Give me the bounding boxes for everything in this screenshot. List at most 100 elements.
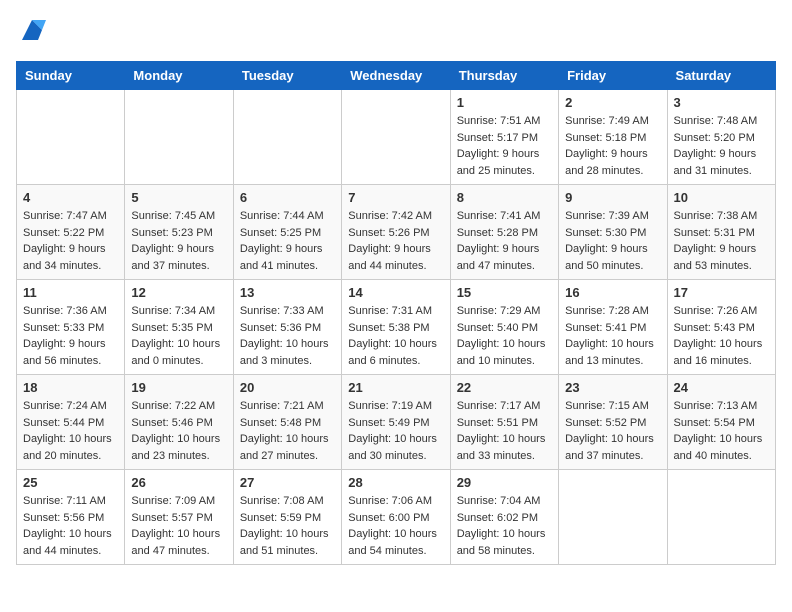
column-header-thursday: Thursday bbox=[450, 62, 558, 90]
sunrise-text: Sunrise: 7:49 AM bbox=[565, 115, 649, 127]
daylight-text: Daylight: 9 hours and 47 minutes. bbox=[457, 243, 540, 272]
sunrise-text: Sunrise: 7:36 AM bbox=[23, 305, 107, 317]
day-number: 2 bbox=[565, 95, 660, 110]
sunset-text: Sunset: 5:30 PM bbox=[565, 227, 646, 239]
sunset-text: Sunset: 5:56 PM bbox=[23, 512, 104, 524]
day-number: 14 bbox=[348, 285, 443, 300]
column-header-friday: Friday bbox=[559, 62, 667, 90]
daylight-text: Daylight: 10 hours and 54 minutes. bbox=[348, 528, 437, 557]
cell-content: Sunrise: 7:29 AM Sunset: 5:40 PM Dayligh… bbox=[457, 303, 552, 369]
calendar-cell: 13 Sunrise: 7:33 AM Sunset: 5:36 PM Dayl… bbox=[233, 280, 341, 375]
day-number: 28 bbox=[348, 475, 443, 490]
calendar-cell: 8 Sunrise: 7:41 AM Sunset: 5:28 PM Dayli… bbox=[450, 185, 558, 280]
calendar-cell: 9 Sunrise: 7:39 AM Sunset: 5:30 PM Dayli… bbox=[559, 185, 667, 280]
sunrise-text: Sunrise: 7:21 AM bbox=[240, 400, 324, 412]
sunrise-text: Sunrise: 7:08 AM bbox=[240, 495, 324, 507]
sunrise-text: Sunrise: 7:41 AM bbox=[457, 210, 541, 222]
cell-content: Sunrise: 7:49 AM Sunset: 5:18 PM Dayligh… bbox=[565, 113, 660, 179]
day-number: 26 bbox=[131, 475, 226, 490]
cell-content: Sunrise: 7:13 AM Sunset: 5:54 PM Dayligh… bbox=[674, 398, 769, 464]
daylight-text: Daylight: 10 hours and 27 minutes. bbox=[240, 433, 329, 462]
day-number: 12 bbox=[131, 285, 226, 300]
day-number: 16 bbox=[565, 285, 660, 300]
cell-content: Sunrise: 7:51 AM Sunset: 5:17 PM Dayligh… bbox=[457, 113, 552, 179]
calendar-cell: 15 Sunrise: 7:29 AM Sunset: 5:40 PM Dayl… bbox=[450, 280, 558, 375]
sunset-text: Sunset: 5:36 PM bbox=[240, 322, 321, 334]
daylight-text: Daylight: 9 hours and 28 minutes. bbox=[565, 148, 648, 177]
cell-content: Sunrise: 7:04 AM Sunset: 6:02 PM Dayligh… bbox=[457, 493, 552, 559]
day-number: 8 bbox=[457, 190, 552, 205]
daylight-text: Daylight: 10 hours and 33 minutes. bbox=[457, 433, 546, 462]
cell-content: Sunrise: 7:28 AM Sunset: 5:41 PM Dayligh… bbox=[565, 303, 660, 369]
page-header bbox=[16, 16, 776, 49]
sunrise-text: Sunrise: 7:29 AM bbox=[457, 305, 541, 317]
sunrise-text: Sunrise: 7:34 AM bbox=[131, 305, 215, 317]
daylight-text: Daylight: 10 hours and 58 minutes. bbox=[457, 528, 546, 557]
calendar-cell: 1 Sunrise: 7:51 AM Sunset: 5:17 PM Dayli… bbox=[450, 90, 558, 185]
cell-content: Sunrise: 7:21 AM Sunset: 5:48 PM Dayligh… bbox=[240, 398, 335, 464]
day-number: 24 bbox=[674, 380, 769, 395]
calendar-cell: 18 Sunrise: 7:24 AM Sunset: 5:44 PM Dayl… bbox=[17, 375, 125, 470]
daylight-text: Daylight: 10 hours and 30 minutes. bbox=[348, 433, 437, 462]
day-number: 21 bbox=[348, 380, 443, 395]
sunrise-text: Sunrise: 7:45 AM bbox=[131, 210, 215, 222]
daylight-text: Daylight: 10 hours and 10 minutes. bbox=[457, 338, 546, 367]
calendar-cell bbox=[233, 90, 341, 185]
sunrise-text: Sunrise: 7:26 AM bbox=[674, 305, 758, 317]
daylight-text: Daylight: 10 hours and 40 minutes. bbox=[674, 433, 763, 462]
sunset-text: Sunset: 5:46 PM bbox=[131, 417, 212, 429]
sunrise-text: Sunrise: 7:33 AM bbox=[240, 305, 324, 317]
calendar-table: SundayMondayTuesdayWednesdayThursdayFrid… bbox=[16, 61, 776, 565]
sunset-text: Sunset: 5:43 PM bbox=[674, 322, 755, 334]
cell-content: Sunrise: 7:33 AM Sunset: 5:36 PM Dayligh… bbox=[240, 303, 335, 369]
calendar-cell: 21 Sunrise: 7:19 AM Sunset: 5:49 PM Dayl… bbox=[342, 375, 450, 470]
daylight-text: Daylight: 9 hours and 37 minutes. bbox=[131, 243, 214, 272]
sunrise-text: Sunrise: 7:22 AM bbox=[131, 400, 215, 412]
sunset-text: Sunset: 5:41 PM bbox=[565, 322, 646, 334]
cell-content: Sunrise: 7:08 AM Sunset: 5:59 PM Dayligh… bbox=[240, 493, 335, 559]
sunset-text: Sunset: 5:31 PM bbox=[674, 227, 755, 239]
daylight-text: Daylight: 10 hours and 0 minutes. bbox=[131, 338, 220, 367]
cell-content: Sunrise: 7:36 AM Sunset: 5:33 PM Dayligh… bbox=[23, 303, 118, 369]
daylight-text: Daylight: 9 hours and 44 minutes. bbox=[348, 243, 431, 272]
sunrise-text: Sunrise: 7:15 AM bbox=[565, 400, 649, 412]
daylight-text: Daylight: 9 hours and 31 minutes. bbox=[674, 148, 757, 177]
column-header-wednesday: Wednesday bbox=[342, 62, 450, 90]
calendar-cell bbox=[559, 470, 667, 565]
daylight-text: Daylight: 9 hours and 56 minutes. bbox=[23, 338, 106, 367]
daylight-text: Daylight: 10 hours and 6 minutes. bbox=[348, 338, 437, 367]
sunset-text: Sunset: 5:28 PM bbox=[457, 227, 538, 239]
sunrise-text: Sunrise: 7:19 AM bbox=[348, 400, 432, 412]
daylight-text: Daylight: 9 hours and 34 minutes. bbox=[23, 243, 106, 272]
sunset-text: Sunset: 5:48 PM bbox=[240, 417, 321, 429]
sunrise-text: Sunrise: 7:38 AM bbox=[674, 210, 758, 222]
daylight-text: Daylight: 10 hours and 23 minutes. bbox=[131, 433, 220, 462]
calendar-cell: 10 Sunrise: 7:38 AM Sunset: 5:31 PM Dayl… bbox=[667, 185, 775, 280]
sunset-text: Sunset: 5:33 PM bbox=[23, 322, 104, 334]
sunrise-text: Sunrise: 7:39 AM bbox=[565, 210, 649, 222]
week-row-1: 1 Sunrise: 7:51 AM Sunset: 5:17 PM Dayli… bbox=[17, 90, 776, 185]
sunset-text: Sunset: 5:57 PM bbox=[131, 512, 212, 524]
sunset-text: Sunset: 5:51 PM bbox=[457, 417, 538, 429]
sunrise-text: Sunrise: 7:17 AM bbox=[457, 400, 541, 412]
cell-content: Sunrise: 7:17 AM Sunset: 5:51 PM Dayligh… bbox=[457, 398, 552, 464]
calendar-cell bbox=[17, 90, 125, 185]
sunset-text: Sunset: 5:38 PM bbox=[348, 322, 429, 334]
sunrise-text: Sunrise: 7:28 AM bbox=[565, 305, 649, 317]
calendar-cell: 20 Sunrise: 7:21 AM Sunset: 5:48 PM Dayl… bbox=[233, 375, 341, 470]
sunrise-text: Sunrise: 7:44 AM bbox=[240, 210, 324, 222]
day-number: 17 bbox=[674, 285, 769, 300]
day-number: 13 bbox=[240, 285, 335, 300]
sunset-text: Sunset: 5:18 PM bbox=[565, 132, 646, 144]
day-number: 1 bbox=[457, 95, 552, 110]
week-row-5: 25 Sunrise: 7:11 AM Sunset: 5:56 PM Dayl… bbox=[17, 470, 776, 565]
daylight-text: Daylight: 9 hours and 41 minutes. bbox=[240, 243, 323, 272]
day-number: 7 bbox=[348, 190, 443, 205]
day-number: 27 bbox=[240, 475, 335, 490]
calendar-cell bbox=[342, 90, 450, 185]
calendar-cell: 22 Sunrise: 7:17 AM Sunset: 5:51 PM Dayl… bbox=[450, 375, 558, 470]
calendar-cell: 11 Sunrise: 7:36 AM Sunset: 5:33 PM Dayl… bbox=[17, 280, 125, 375]
cell-content: Sunrise: 7:11 AM Sunset: 5:56 PM Dayligh… bbox=[23, 493, 118, 559]
cell-content: Sunrise: 7:39 AM Sunset: 5:30 PM Dayligh… bbox=[565, 208, 660, 274]
sunset-text: Sunset: 5:26 PM bbox=[348, 227, 429, 239]
